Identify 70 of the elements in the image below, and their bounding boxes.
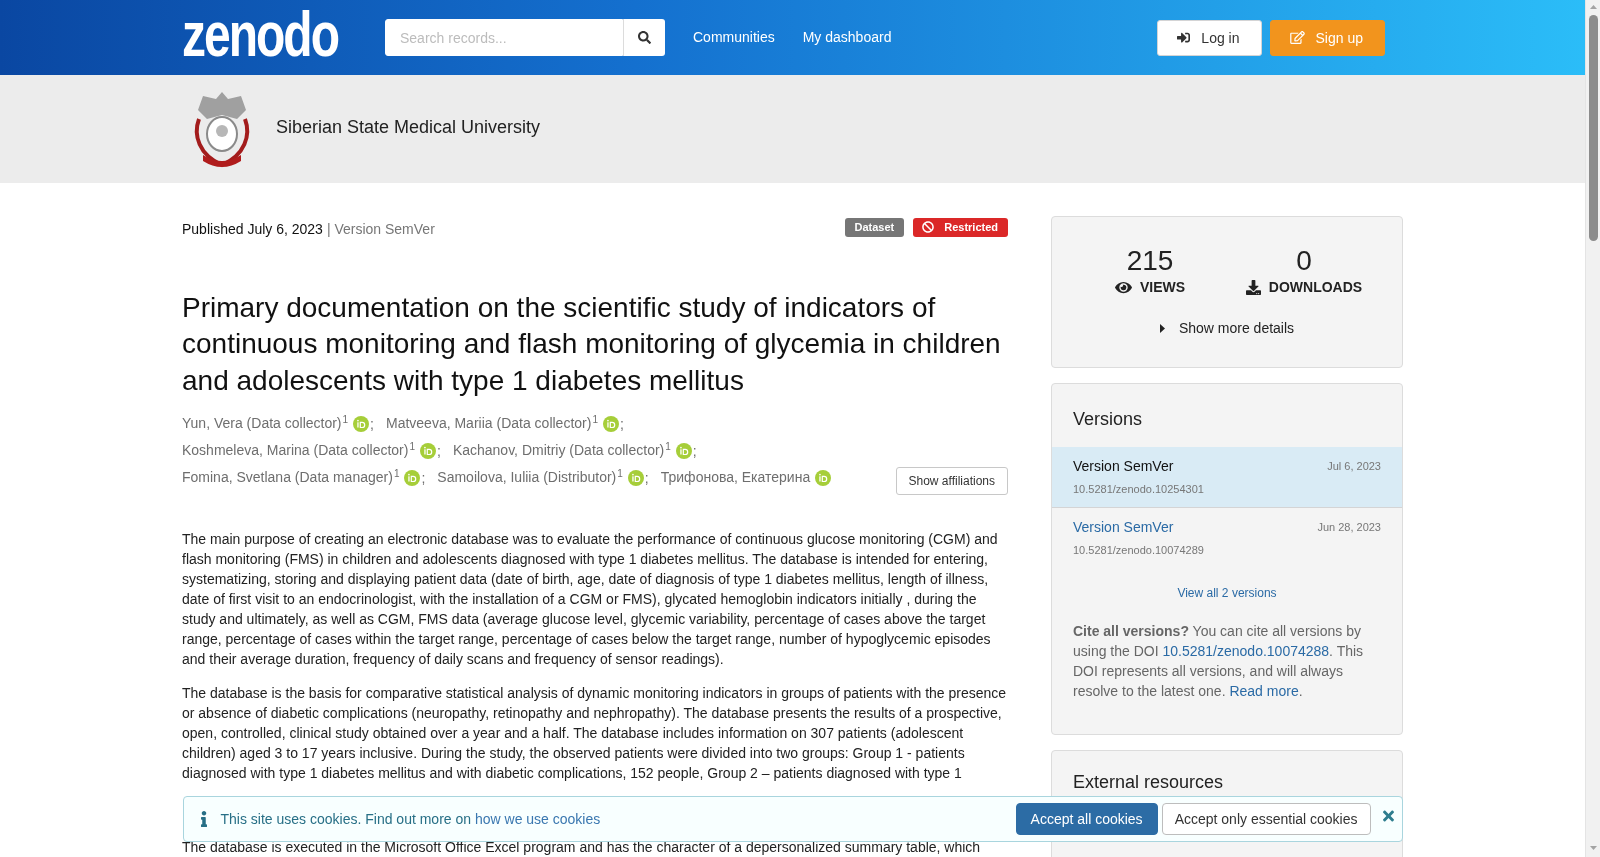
version-doi: 10.5281/zenodo.10074289 [1073, 543, 1204, 557]
resource-type-badge: Dataset [845, 217, 905, 237]
stat-value: 0 [1296, 247, 1312, 275]
publication-date: Published July 6, 2023 [182, 220, 323, 237]
separator-text: ; [421, 469, 426, 486]
creator-name[interactable]: Трифонова, Екатерина [660, 464, 811, 492]
creator-name[interactable]: Kachanov, Dmitriy (Data collector)$^{1}$ [452, 437, 671, 465]
version-title: Version SemVer [1073, 457, 1174, 475]
eye-icon [1114, 279, 1132, 295]
separator-text: ; [619, 415, 624, 432]
version-date: Jun 28, 2023 [1317, 520, 1381, 535]
cite-note: Cite all versions? You can cite all versions by using the DOI 10.5281/zenodo.10074288. This DOI represents all versions, and will always resolve to the latest one. Read more. [1073, 622, 1365, 701]
search-icon [638, 31, 651, 44]
ban-icon [922, 221, 935, 233]
separator-text: ; [437, 442, 441, 459]
sign-in-icon [1177, 31, 1191, 44]
orcid-icon[interactable] [815, 469, 832, 486]
stat-value: 215 [1126, 247, 1174, 275]
orcid-icon[interactable] [602, 415, 619, 432]
accept-all-button[interactable]: Accept all cookies [1015, 803, 1158, 835]
access-badge: Restricted [913, 217, 1008, 237]
version-date: Jul 6, 2023 [1327, 459, 1381, 474]
text-link[interactable]: Read more [1229, 683, 1299, 699]
card-title: External resources [1072, 771, 1225, 793]
stat-label: VIEWS [1139, 278, 1186, 296]
stat-label: DOWNLOADS [1268, 278, 1363, 296]
version-doi: 10.5281/zenodo.10254301 [1073, 482, 1204, 496]
creator-name[interactable]: Matveeva, Mariia (Data collector)$^{1}$ [386, 410, 598, 438]
orcid-icon[interactable] [675, 442, 692, 459]
record-title: Primary documentation on the scientific study of indicators of continuous monitoring and flash monitoring of glycemia in children and adolescents with type 1 diabetes mellitus [182, 291, 1002, 398]
version-item[interactable]: Version SemVer Jun 28, 2023 10.5281/zenodo.10074289 [1052, 507, 1402, 568]
cookie-policy-link[interactable]: how we use cookies [474, 811, 601, 827]
version-link[interactable]: Version SemVer [1073, 518, 1174, 536]
orcid-icon[interactable] [404, 469, 421, 486]
caret-right-icon [1159, 323, 1165, 333]
edit-icon [1289, 31, 1305, 44]
close-icon [1382, 808, 1394, 824]
card-title: Versions [1072, 408, 1144, 430]
scroll-up-arrow-icon[interactable] [1589, 5, 1597, 9]
orcid-icon[interactable] [353, 415, 370, 432]
search-button[interactable] [623, 19, 665, 56]
site-logo[interactable]: zenodo [182, 5, 338, 64]
version-label: | Version SemVer [326, 220, 435, 237]
creator-name[interactable]: Yun, Vera (Data collector)$^{1}$ [182, 410, 349, 438]
separator-text: ; [644, 469, 649, 486]
scroll-down-arrow-icon[interactable] [1589, 846, 1597, 850]
scrollbar-thumb[interactable] [1588, 15, 1598, 241]
show-affiliations-button[interactable]: Show affiliations [895, 467, 1008, 496]
nav-link[interactable]: Communities [693, 28, 775, 45]
separator-text: ; [692, 442, 697, 459]
community-name[interactable]: Siberian State Medical University [276, 116, 541, 138]
orcid-icon[interactable] [420, 442, 436, 459]
search-field[interactable]: Search records... [385, 19, 623, 56]
description-paragraph: The database is the basis for comparative statistical analysis of dynamic monitoring indicators in groups of patients with the presence or absence of diabetic complications (neuropathy, retinopathy and nephropathy). The database presents the results of a prospective, open, controlled, clinical study obtained over a year and a half. The database includes information on 307 patients (adolescent children) aged 3 to 17 years inclusive. During the study, the observed patients were divided into two groups: Group 1 - patients diagnosed with type 1 diabetes mellitus and with diabetic complications, 152 people, Group 2 – patients diagnosed with type 1 [182, 684, 1008, 784]
info-icon [200, 811, 207, 827]
version-item[interactable]: Version SemVer Jul 6, 2023 10.5281/zenodo.10254301 [1052, 447, 1402, 507]
orcid-icon[interactable] [627, 469, 644, 486]
creator-name[interactable]: Fomina, Svetlana (Data manager)$^{1}$ [182, 464, 400, 492]
description-paragraph: The main purpose of creating an electronic database was to evaluate the performance of continuous glucose monitoring (CGM) and flash monitoring (FMS) in children and adolescents diagnosed with type 1 diabetes mellitus. The database is intended for entering, systematizing, storing and displaying patient data (date of birth, age, date of diagnosis of type 1 diabetes mellitus, length of illness, date of first visit to an endocrinologist, with the installation of a CGM or FMS), glycated hemoglobin indicators initially , during the study and ultimately, as well as CGM, FMS data (average glucose level, glycemic variability, percentage of cases above the target range, percentage of cases within the target range, percentage of cases below the target range, number of hypoglycemic episodes and their average duration, frequency of daily scans and frequency of sensor readings). [182, 530, 999, 670]
nav-link[interactable]: My dashboard [802, 28, 892, 45]
download-icon [1245, 279, 1261, 295]
show-details-toggle[interactable]: Show more details [1159, 319, 1295, 337]
creator-name[interactable]: Samoilova, Iuliia (Distributor)$^{1}$ [437, 464, 623, 492]
separator-text: ; [370, 415, 374, 432]
log-in-button[interactable]: Log in [1157, 19, 1262, 56]
accept-essential-button[interactable]: Accept only essential cookies [1161, 803, 1371, 835]
view-all-versions-link[interactable]: View all 2 versions [1177, 586, 1277, 600]
cookie-message: This site uses cookies. Find out more on how we use cookies [220, 811, 601, 827]
creator-name[interactable]: Koshmeleva, Marina (Data collector)$^{1}$ [182, 437, 415, 465]
close-button[interactable] [1382, 808, 1394, 824]
